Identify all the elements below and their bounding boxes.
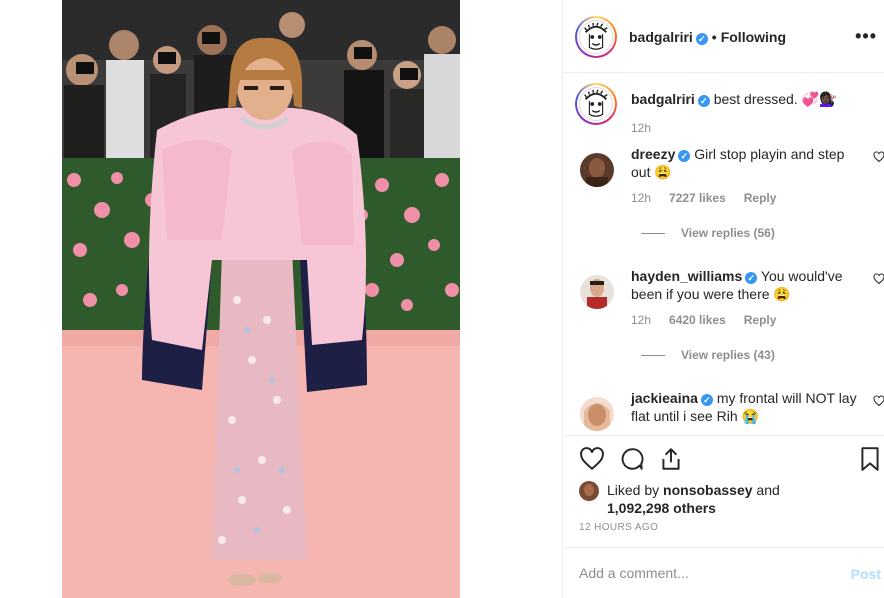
comment-text: dreezy ✓ Girl stop playin and step out 😩 xyxy=(631,145,863,181)
comment-item: dreezy ✓ Girl stop playin and step out 😩 … xyxy=(575,141,884,251)
reply-button[interactable]: Reply xyxy=(744,313,777,327)
comment-like-heart-icon[interactable] xyxy=(873,273,884,285)
verified-badge-icon: ✓ xyxy=(745,272,758,284)
view-replies-link[interactable]: View replies (56) xyxy=(641,226,775,240)
verified-badge-icon: ✓ xyxy=(697,95,710,107)
comment-like-heart-icon[interactable] xyxy=(873,151,884,163)
verified-badge-icon: ✓ xyxy=(678,150,691,162)
comment-item: hayden_williams ✓ You would've been if yo… xyxy=(575,263,884,373)
comment-time: 12h xyxy=(631,191,652,205)
action-bar xyxy=(563,435,884,475)
comment-bubble-icon[interactable] xyxy=(619,446,645,472)
like-heart-icon[interactable] xyxy=(579,446,605,472)
caption-body: best dressed. xyxy=(713,91,798,107)
comment-meta: 12h 6420 likes Reply xyxy=(631,313,794,327)
post-photo[interactable] xyxy=(62,0,460,598)
verified-badge-icon: ✓ xyxy=(695,33,708,45)
separator-dot: • xyxy=(711,29,717,45)
liked-by-user[interactable]: nonsobassey xyxy=(663,482,752,498)
comment-time: 12h xyxy=(631,313,652,327)
comment-likes[interactable]: 7227 likes xyxy=(669,191,726,205)
doodle-face-icon xyxy=(580,88,612,120)
header-username-row: badgalriri ✓ • Following xyxy=(629,29,786,45)
met-gala-photo-illustration xyxy=(62,0,460,598)
share-icon[interactable] xyxy=(658,446,684,472)
comment-emoji: 😭 xyxy=(741,408,759,424)
commenter-avatar[interactable] xyxy=(580,153,614,187)
verified-badge-icon: ✓ xyxy=(700,394,713,406)
post-side-panel: badgalriri ✓ • Following ••• badgalriri … xyxy=(562,0,884,598)
commenter-avatar[interactable] xyxy=(580,397,614,431)
comment-like-heart-icon[interactable] xyxy=(873,395,884,407)
view-replies-link[interactable]: View replies (43) xyxy=(641,348,775,362)
caption-text: badgalriri ✓ best dressed. 💞💇🏿‍♀️ xyxy=(631,91,875,108)
commenter-avatar[interactable] xyxy=(580,275,614,309)
post-timestamp[interactable]: 12 HOURS AGO xyxy=(579,522,658,533)
add-comment-bar: Post xyxy=(563,547,884,598)
post-header: badgalriri ✓ • Following ••• xyxy=(563,0,884,73)
likes-count[interactable]: 1,092,298 others xyxy=(607,500,716,516)
comment-item: jackieaina ✓ my frontal will NOT lay flat… xyxy=(575,385,884,435)
caption-username[interactable]: badgalriri xyxy=(631,91,695,107)
comment-text: jackieaina ✓ my frontal will NOT lay flat… xyxy=(631,389,863,425)
comment-likes[interactable]: 6420 likes xyxy=(669,313,726,327)
following-button[interactable]: Following xyxy=(721,29,786,45)
comments-list[interactable]: badgalriri ✓ best dressed. 💞💇🏿‍♀️ 12h dre… xyxy=(563,73,884,435)
caption-emoji: 💞💇🏿‍♀️ xyxy=(801,91,837,107)
liked-by-prefix: Liked by xyxy=(607,482,660,498)
more-options-icon[interactable]: ••• xyxy=(855,26,877,47)
post-comment-button[interactable]: Post xyxy=(851,566,881,582)
liked-by-text: Liked by nonsobassey and 1,092,298 other… xyxy=(607,481,867,517)
reply-button[interactable]: Reply xyxy=(744,191,777,205)
header-username[interactable]: badgalriri xyxy=(629,29,693,45)
doodle-face-icon xyxy=(580,21,612,53)
view-replies-label: View replies (43) xyxy=(681,348,775,362)
replies-divider-line xyxy=(641,355,665,357)
comment-username[interactable]: dreezy xyxy=(631,146,675,162)
view-replies-label: View replies (56) xyxy=(681,226,775,240)
comment-text: hayden_williams ✓ You would've been if yo… xyxy=(631,267,863,303)
comment-username[interactable]: jackieaina xyxy=(631,390,698,406)
comment-username[interactable]: hayden_williams xyxy=(631,268,742,284)
post-image-area xyxy=(0,0,562,598)
profile-avatar[interactable] xyxy=(575,16,617,58)
replies-divider-line xyxy=(641,233,665,235)
comment-meta: 12h 7227 likes Reply xyxy=(631,191,794,205)
caption-avatar[interactable] xyxy=(575,83,617,125)
comment-emoji: 😩 xyxy=(654,164,672,180)
comment-input[interactable] xyxy=(579,565,809,581)
bookmark-icon[interactable] xyxy=(857,446,883,472)
caption-time: 12h xyxy=(631,121,652,135)
comment-emoji: 😩 xyxy=(773,286,791,302)
liked-by-avatar[interactable] xyxy=(579,481,599,501)
liked-by-middle: and xyxy=(756,482,780,498)
